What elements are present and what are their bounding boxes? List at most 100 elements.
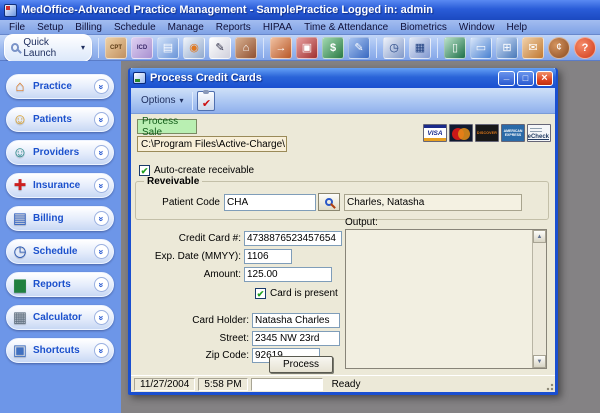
card-holder-input[interactable] — [252, 313, 340, 328]
patient-search-button[interactable] — [318, 193, 340, 211]
icd-codes-icon[interactable]: ICD — [131, 37, 153, 59]
menu-item-schedule[interactable]: Schedule — [108, 22, 162, 33]
network-icon[interactable]: ⊞ — [496, 37, 518, 59]
sidebar-item-reports[interactable]: ▆ Reports » — [6, 272, 114, 297]
sidebar-item-practice[interactable]: ⌂ Practice » — [6, 74, 114, 99]
sidebar-item-insurance[interactable]: ✚ Insurance » — [6, 173, 114, 198]
process-button[interactable]: Process — [269, 356, 333, 373]
calculator-report-icon[interactable]: ▦ — [409, 37, 431, 59]
edit-image-icon[interactable]: ✎ — [348, 37, 370, 59]
sidebar-item-billing[interactable]: ▤ Billing » — [6, 206, 114, 231]
messaging-icon[interactable]: ✉ — [522, 37, 544, 59]
sidebar-item-patients[interactable]: ☺ Patients » — [6, 107, 114, 132]
scroll-up-icon[interactable]: ▲ — [533, 230, 546, 243]
time-report-icon[interactable]: ◷ — [383, 37, 405, 59]
status-time: 5:58 PM — [198, 378, 247, 391]
street-input[interactable] — [252, 331, 340, 346]
menu-item-time-attendance[interactable]: Time & Attendance — [298, 22, 394, 33]
room-status-icon[interactable]: ▯ — [444, 37, 466, 59]
sidebar: ⌂ Practice » ☺ Patients » ☺ Providers » … — [0, 61, 121, 413]
calculator-icon: ▦ — [7, 310, 33, 325]
sidebar-item-providers[interactable]: ☺ Providers » — [6, 140, 114, 165]
sidebar-item-label: Practice — [33, 81, 94, 92]
exp-date-input[interactable] — [244, 249, 292, 264]
billing-icon: ▤ — [7, 211, 33, 226]
workstation-icon[interactable]: ▭ — [470, 37, 492, 59]
quick-launch-label: Quick Launch — [23, 37, 77, 59]
process-credit-cards-dialog: Process Credit Cards _ □ × Options ▾ ✔ — [128, 68, 558, 395]
transfer-patient-icon[interactable]: → — [270, 37, 292, 59]
dialog-client-area: Process Sale C:\Program Files\Active-Cha… — [131, 114, 555, 375]
cpt-codes-icon[interactable]: CPT — [105, 37, 127, 59]
scroll-down-icon[interactable]: ▼ — [533, 355, 546, 368]
process-clipboard-icon[interactable]: ✔ — [197, 91, 215, 111]
zip-code-label: Zip Code: — [131, 350, 252, 361]
patient-code-label: Patient Code — [136, 197, 224, 208]
american-express-logo: AMERICAN EXPRESS — [501, 124, 525, 142]
patient-id-card-icon[interactable]: ▤ — [157, 37, 179, 59]
sidebar-item-calculator[interactable]: ▦ Calculator » — [6, 305, 114, 330]
output-panel[interactable]: ▲ ▼ — [345, 229, 547, 369]
menu-item-file[interactable]: File — [3, 22, 31, 33]
chevron-expand-icon[interactable]: » — [94, 244, 109, 259]
menu-item-billing[interactable]: Billing — [69, 22, 108, 33]
chevron-expand-icon[interactable]: » — [94, 79, 109, 94]
chevron-expand-icon[interactable]: » — [94, 343, 109, 358]
patient-media-icon[interactable]: ◉ — [183, 37, 205, 59]
sidebar-item-schedule[interactable]: ◷ Schedule » — [6, 239, 114, 264]
menu-item-biometrics[interactable]: Biometrics — [394, 22, 453, 33]
menu-item-hipaa[interactable]: HIPAA — [257, 22, 298, 33]
office-icon[interactable]: ⌂ — [235, 37, 257, 59]
sidebar-item-label: Billing — [33, 213, 94, 224]
window-titlebar[interactable]: MedOffice-Advanced Practice Management -… — [0, 0, 600, 20]
card-is-present-label: Card is present — [270, 288, 338, 299]
maximize-button[interactable]: □ — [517, 71, 534, 86]
providers-icon: ☺ — [7, 145, 33, 160]
card-is-present-checkbox[interactable]: ✔ — [255, 288, 266, 299]
chevron-expand-icon[interactable]: » — [94, 112, 109, 127]
patient-code-input[interactable] — [224, 194, 316, 211]
sidebar-item-label: Providers — [33, 147, 94, 158]
menu-item-window[interactable]: Window — [453, 22, 501, 33]
amount-input[interactable] — [244, 267, 332, 282]
menu-item-manage[interactable]: Manage — [162, 22, 210, 33]
sidebar-item-label: Calculator — [33, 312, 94, 323]
resize-grip[interactable] — [544, 381, 554, 391]
patient-name-field — [344, 194, 522, 211]
menu-item-reports[interactable]: Reports — [210, 22, 257, 33]
sidebar-item-shortcuts[interactable]: ▣ Shortcuts » — [6, 338, 114, 363]
billing-statement-icon[interactable]: $ — [322, 37, 344, 59]
payments-icon[interactable]: ¢ — [548, 37, 570, 59]
menu-item-setup[interactable]: Setup — [31, 22, 69, 33]
auto-create-receivable-checkbox[interactable]: ✔ — [139, 165, 150, 176]
credit-card-input[interactable] — [244, 231, 342, 246]
app-icon — [4, 4, 17, 17]
mastercard-logo — [449, 124, 473, 142]
chevron-expand-icon[interactable]: » — [94, 310, 109, 325]
menu-item-help[interactable]: Help — [500, 22, 533, 33]
main-toolbar: Quick Launch ▾ CPT ICD ▤ ◉ ✎ ⌂ → ▣ $ ✎ ◷… — [0, 35, 600, 61]
close-button[interactable]: × — [536, 71, 553, 86]
card-holder-label: Card Holder: — [131, 315, 252, 326]
street-label: Street: — [131, 333, 252, 344]
chevron-expand-icon[interactable]: » — [94, 211, 109, 226]
delete-image-icon[interactable]: ▣ — [296, 37, 318, 59]
output-scrollbar[interactable]: ▲ ▼ — [532, 230, 546, 368]
options-button[interactable]: Options ▾ — [136, 93, 188, 108]
receivable-group-title: Reveivable — [144, 176, 202, 187]
status-date: 11/27/2004 — [134, 378, 195, 391]
dialog-titlebar[interactable]: Process Credit Cards _ □ × — [130, 68, 556, 88]
help-icon[interactable]: ? — [574, 37, 596, 59]
chevron-expand-icon[interactable]: » — [94, 277, 109, 292]
chevron-expand-icon[interactable]: » — [94, 178, 109, 193]
minimize-button[interactable]: _ — [498, 71, 515, 86]
options-label: Options — [141, 95, 175, 106]
chevron-expand-icon[interactable]: » — [94, 145, 109, 160]
check-icon: ✔ — [202, 97, 211, 110]
toolbar-separator — [376, 38, 377, 58]
quick-launch-button[interactable]: Quick Launch ▾ — [4, 34, 92, 62]
credit-card-label: Credit Card #: — [131, 233, 244, 244]
patient-notes-icon[interactable]: ✎ — [209, 37, 231, 59]
shortcuts-icon: ▣ — [7, 343, 33, 358]
practice-icon: ⌂ — [7, 79, 33, 94]
